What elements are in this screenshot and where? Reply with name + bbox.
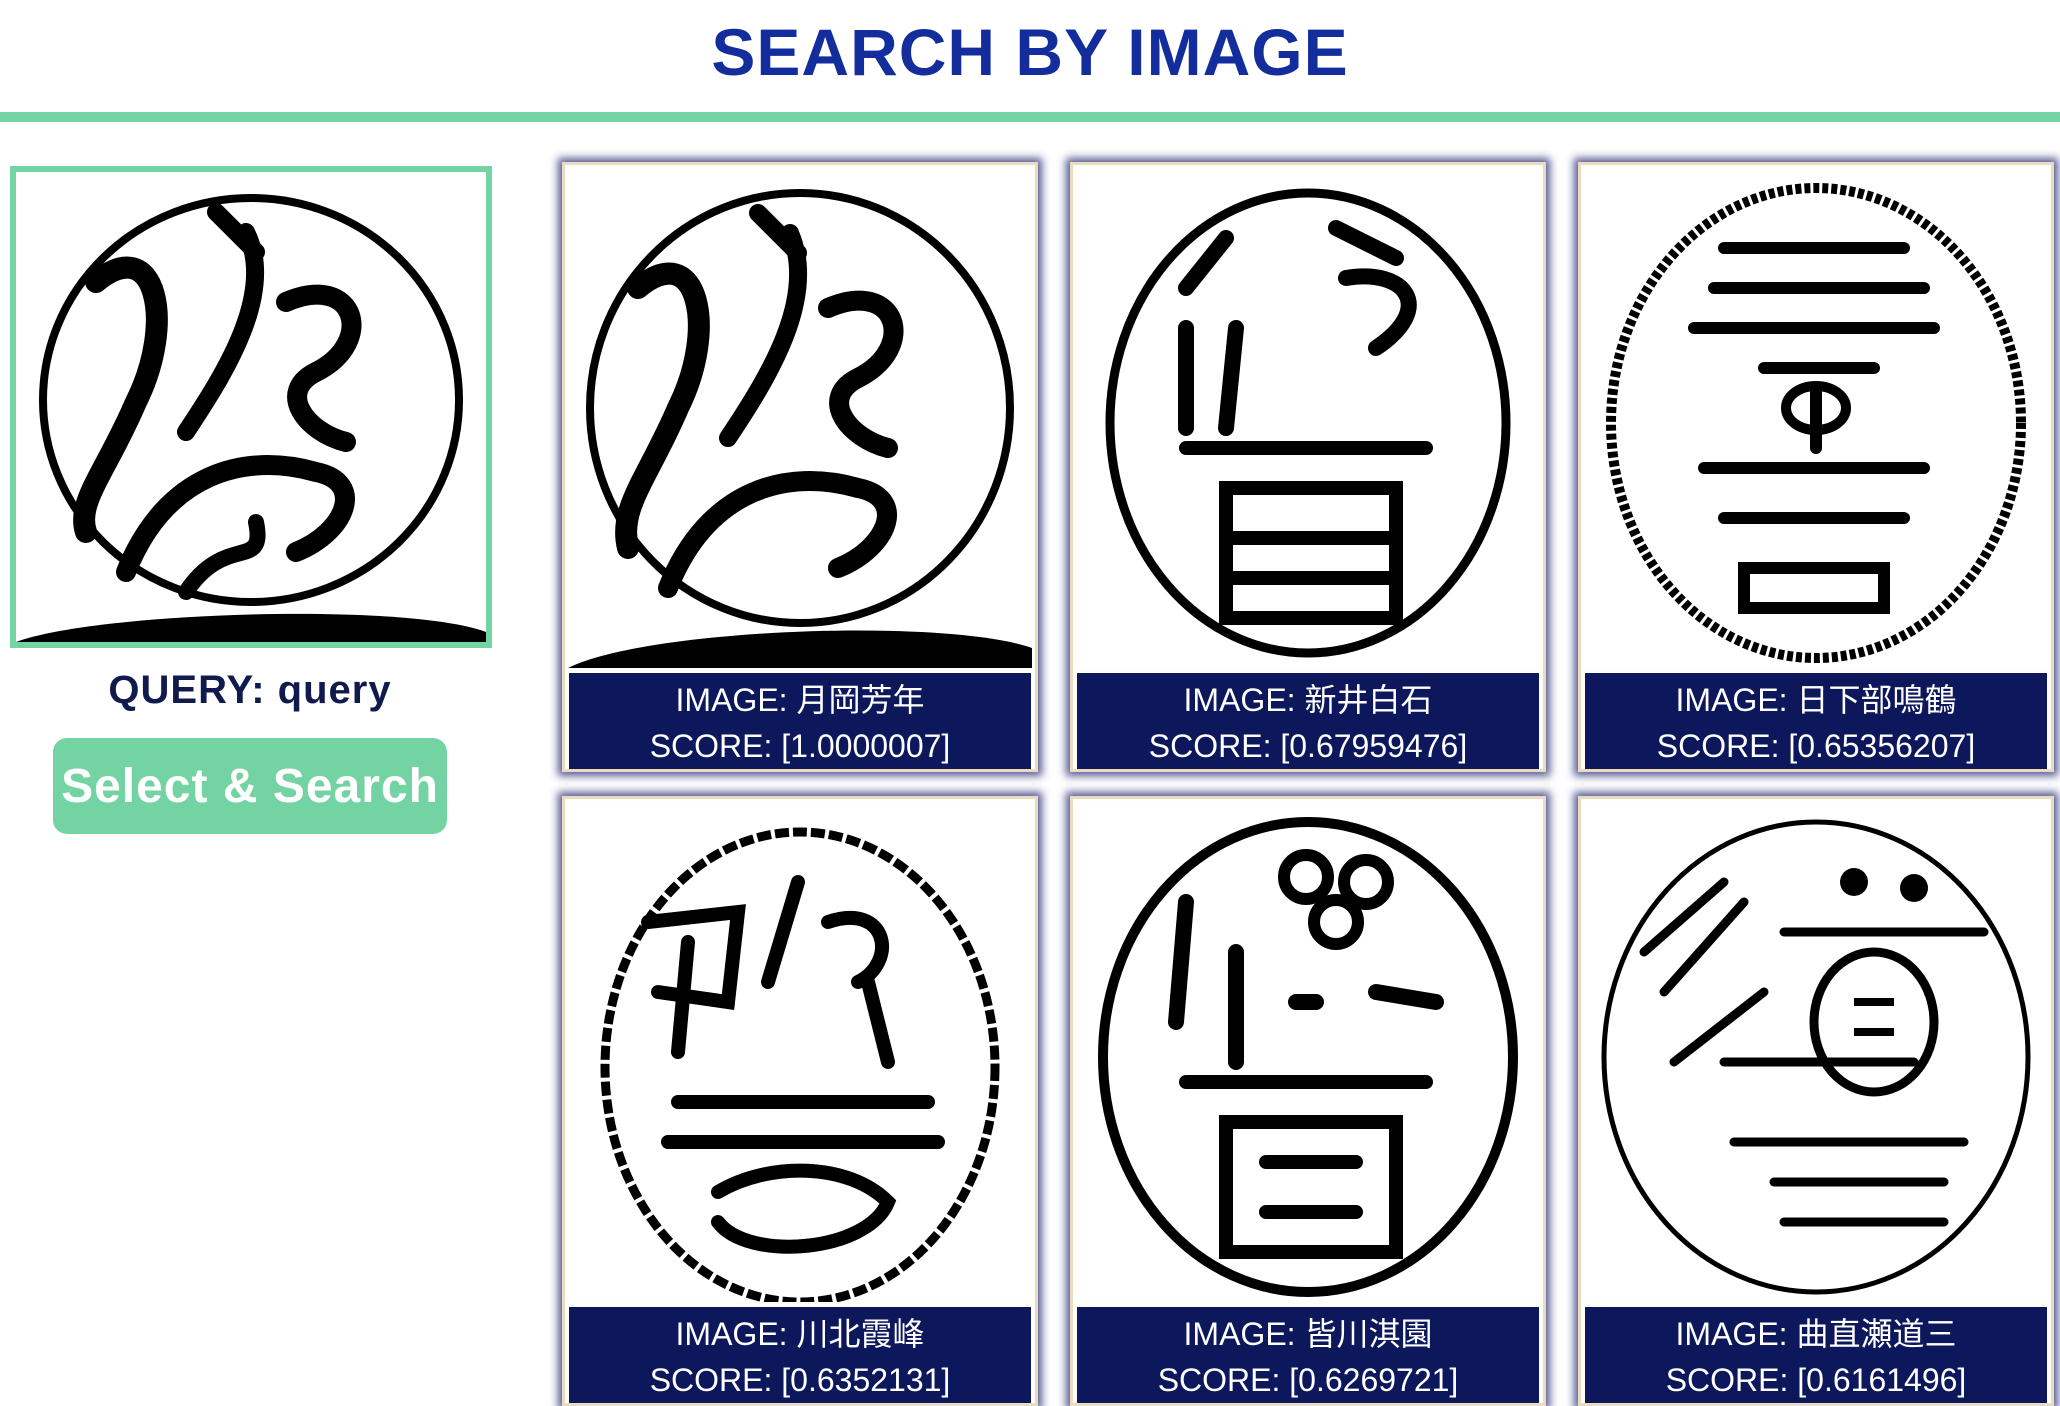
result-thumbnail (1076, 168, 1540, 668)
result-caption: IMAGE: 曲直瀬道三 SCORE: [0.6161496] (1585, 1307, 2047, 1403)
result-score: SCORE: [1.0000007] (649, 728, 951, 764)
result-image-name: IMAGE: 新井白石 (1183, 682, 1433, 718)
seal-image (1098, 817, 1518, 1297)
result-thumbnail (1584, 802, 2048, 1302)
result-score: SCORE: [0.6269721] (1157, 1362, 1459, 1398)
result-image-name: IMAGE: 日下部鳴鶴 (1675, 682, 1957, 718)
result-card[interactable]: IMAGE: 日下部鳴鶴 SCORE: [0.65356207] (1578, 162, 2054, 772)
select-and-search-button[interactable]: Select & Search (53, 738, 447, 834)
result-card[interactable]: IMAGE: 新井白石 SCORE: [0.67959476] (1070, 162, 1546, 772)
result-caption: IMAGE: 日下部鳴鶴 SCORE: [0.65356207] (1585, 673, 2047, 769)
query-image (10, 166, 492, 648)
result-thumbnail (1076, 802, 1540, 1302)
result-image-name: IMAGE: 川北霞峰 (675, 1316, 925, 1352)
seal-image (600, 827, 1000, 1302)
result-image-name: IMAGE: 曲直瀬道三 (1675, 1316, 1957, 1352)
result-caption: IMAGE: 月岡芳年 SCORE: [1.0000007] (569, 673, 1031, 769)
result-thumbnail (568, 168, 1032, 668)
page-title: SEARCH BY IMAGE (711, 15, 1349, 89)
result-score: SCORE: [0.6161496] (1665, 1362, 1967, 1398)
result-thumbnail (1584, 168, 2048, 668)
result-score: SCORE: [0.65356207] (1656, 728, 1976, 764)
seal-image (1601, 819, 2031, 1295)
result-card[interactable]: IMAGE: 川北霞峰 SCORE: [0.6352131] (562, 796, 1038, 1406)
seal-image (1606, 183, 2026, 663)
result-caption: IMAGE: 新井白石 SCORE: [0.67959476] (1077, 673, 1539, 769)
result-score: SCORE: [0.67959476] (1148, 728, 1468, 764)
result-caption: IMAGE: 皆川淇園 SCORE: [0.6269721] (1077, 1307, 1539, 1403)
result-card[interactable]: IMAGE: 皆川淇園 SCORE: [0.6269721] (1070, 796, 1546, 1406)
result-caption: IMAGE: 川北霞峰 SCORE: [0.6352131] (569, 1307, 1031, 1403)
result-thumbnail (568, 802, 1032, 1302)
result-card[interactable]: IMAGE: 月岡芳年 SCORE: [1.0000007] (562, 162, 1038, 772)
query-label: QUERY: query (108, 668, 392, 712)
result-image-name: IMAGE: 月岡芳年 (675, 682, 925, 718)
query-seal-image (16, 194, 486, 642)
seal-image (1105, 188, 1511, 658)
result-score: SCORE: [0.6352131] (649, 1362, 951, 1398)
result-card[interactable]: IMAGE: 曲直瀬道三 SCORE: [0.6161496] (1578, 796, 2054, 1406)
seal-image (568, 189, 1032, 668)
result-image-name: IMAGE: 皆川淇園 (1183, 1316, 1433, 1352)
page-header: SEARCH BY IMAGE (0, 0, 2060, 122)
